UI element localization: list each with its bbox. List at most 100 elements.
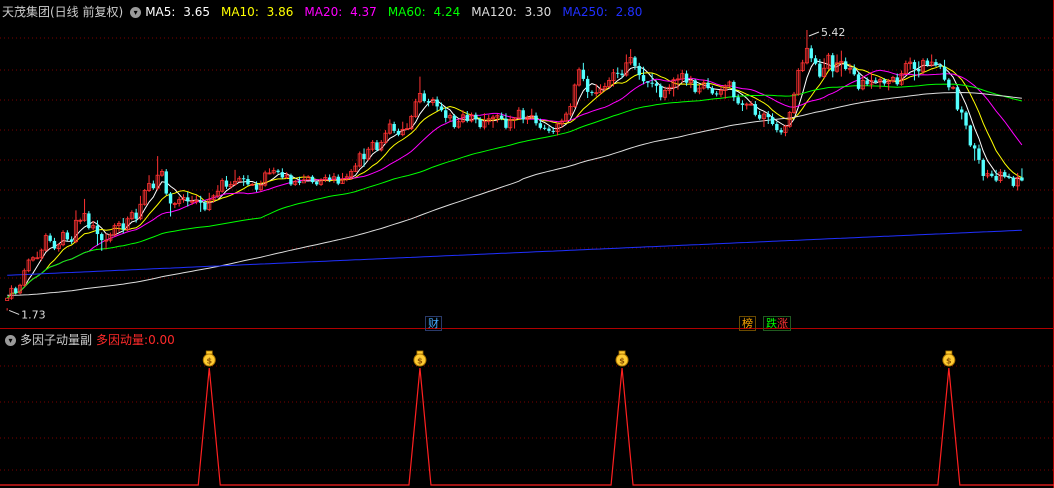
- money-bag-icon: $: [202, 350, 216, 367]
- ma-legend-item: MA5: 3.65: [145, 5, 214, 19]
- candle-body: [968, 125, 973, 146]
- candle-body: [633, 57, 637, 66]
- candle-body: [542, 127, 547, 129]
- momentum-line: [0, 367, 1054, 486]
- money-bag-neck: [416, 350, 424, 355]
- money-bag-neck: [205, 350, 213, 355]
- candle-body: [693, 80, 697, 92]
- candle-body: [964, 112, 968, 126]
- candle-body: [981, 159, 985, 176]
- candle-body: [1011, 177, 1016, 186]
- ma-legend-label: MA20:: [304, 5, 343, 19]
- candle-body: [818, 63, 822, 77]
- candle-body: [581, 69, 586, 79]
- candle-body: [912, 62, 917, 69]
- candle-body: [465, 114, 469, 121]
- candle-body: [813, 58, 818, 64]
- ma-legend-value: 4.37: [346, 5, 377, 19]
- candle-body: [994, 175, 998, 181]
- candle-body: [753, 104, 758, 115]
- candle-body: [392, 124, 396, 131]
- ranking-mark[interactable]: 榜: [739, 316, 756, 331]
- ma-legend-value: 4.24: [429, 5, 461, 19]
- candle-body: [775, 124, 779, 131]
- candle-body: [942, 66, 947, 80]
- candle-body: [254, 184, 259, 190]
- candle-body: [938, 65, 942, 67]
- candle-body: [246, 179, 250, 185]
- candle-body: [585, 78, 590, 92]
- candle-body: [917, 68, 921, 72]
- candle-body: [659, 85, 663, 98]
- ma-legend-value: 2.80: [611, 5, 643, 19]
- candle-body: [452, 115, 457, 128]
- candle-body: [538, 123, 543, 128]
- ma-legend-item: MA10: 3.86: [221, 5, 297, 19]
- candle-body: [224, 180, 229, 187]
- finance-mark[interactable]: 财: [425, 316, 442, 331]
- candle-body: [87, 213, 91, 228]
- ma-legend: MA5: 3.65 MA10: 3.86 MA20: 4.37 MA60: 4.24 M…: [145, 5, 653, 19]
- candle-body: [654, 83, 659, 86]
- money-bag-icon: $: [942, 350, 956, 367]
- candle-body: [637, 65, 641, 76]
- candle-body: [590, 91, 594, 93]
- candle-body: [960, 109, 964, 113]
- candle-body: [151, 183, 156, 189]
- candle-body: [972, 145, 977, 149]
- candle-body: [770, 117, 775, 124]
- chevron-down-icon[interactable]: ▾: [5, 335, 16, 346]
- candle-body: [297, 181, 302, 183]
- candle-body: [620, 73, 624, 76]
- candle-body: [852, 68, 856, 75]
- momentum-value-label: 多因动量:: [96, 333, 149, 347]
- candle-body: [706, 82, 710, 89]
- ma-line: [7, 229, 1022, 276]
- candle-body: [422, 93, 426, 102]
- candle-body: [435, 99, 439, 107]
- money-bag-icon: $: [413, 350, 427, 367]
- candle-body: [740, 103, 745, 105]
- candle-body: [521, 110, 525, 120]
- momentum-value: 0.00: [148, 333, 175, 347]
- ma-legend-value: 3.30: [520, 5, 552, 19]
- candle-body: [710, 88, 715, 94]
- main-panel-header: 天茂集团(日线 前复权) ▾ MA5: 3.65 MA10: 3.86 MA20: 4.…: [2, 4, 657, 20]
- candle-body: [241, 178, 246, 180]
- candle-body: [865, 80, 869, 85]
- candle-body: [1003, 172, 1007, 177]
- ma-legend-label: MA10:: [220, 5, 259, 19]
- fall-mark-text: 跌: [766, 317, 777, 330]
- money-bag-glyph: $: [946, 357, 952, 366]
- candle-body: [650, 82, 654, 84]
- ma-line: [6, 83, 1023, 299]
- candle-body: [955, 87, 960, 110]
- candle-body: [439, 106, 444, 111]
- candle-body: [766, 114, 770, 118]
- candle-body: [362, 153, 366, 160]
- candle-body: [95, 225, 100, 235]
- candle-body: [478, 119, 482, 128]
- candle-body: [310, 176, 315, 183]
- ma-legend-value: 3.65: [179, 5, 210, 19]
- candle-body: [168, 193, 173, 204]
- grid-lines: [0, 0, 1054, 488]
- fall-rise-mark[interactable]: 跌涨: [763, 316, 791, 331]
- ma-legend-item: MA20: 4.37: [304, 5, 380, 19]
- candle-body: [48, 235, 52, 241]
- candle-body: [947, 79, 951, 88]
- ma-legend-item: MA60: 4.24: [388, 5, 464, 19]
- candle-body: [5, 297, 10, 301]
- candle-body: [198, 200, 203, 203]
- high-leader: [808, 31, 820, 37]
- money-bag-glyph: $: [619, 357, 625, 366]
- chart-canvas: $ $ $ $ 5.42 1.73: [0, 0, 1054, 488]
- candle-body: [977, 148, 981, 160]
- ma-legend-label: MA5:: [145, 5, 176, 19]
- candle-body: [327, 177, 332, 180]
- candle-body: [616, 72, 620, 74]
- candle-body: [646, 81, 650, 83]
- candle-body: [14, 288, 18, 293]
- ma-legend-label: MA120:: [471, 5, 517, 19]
- chevron-down-icon[interactable]: ▾: [130, 7, 142, 18]
